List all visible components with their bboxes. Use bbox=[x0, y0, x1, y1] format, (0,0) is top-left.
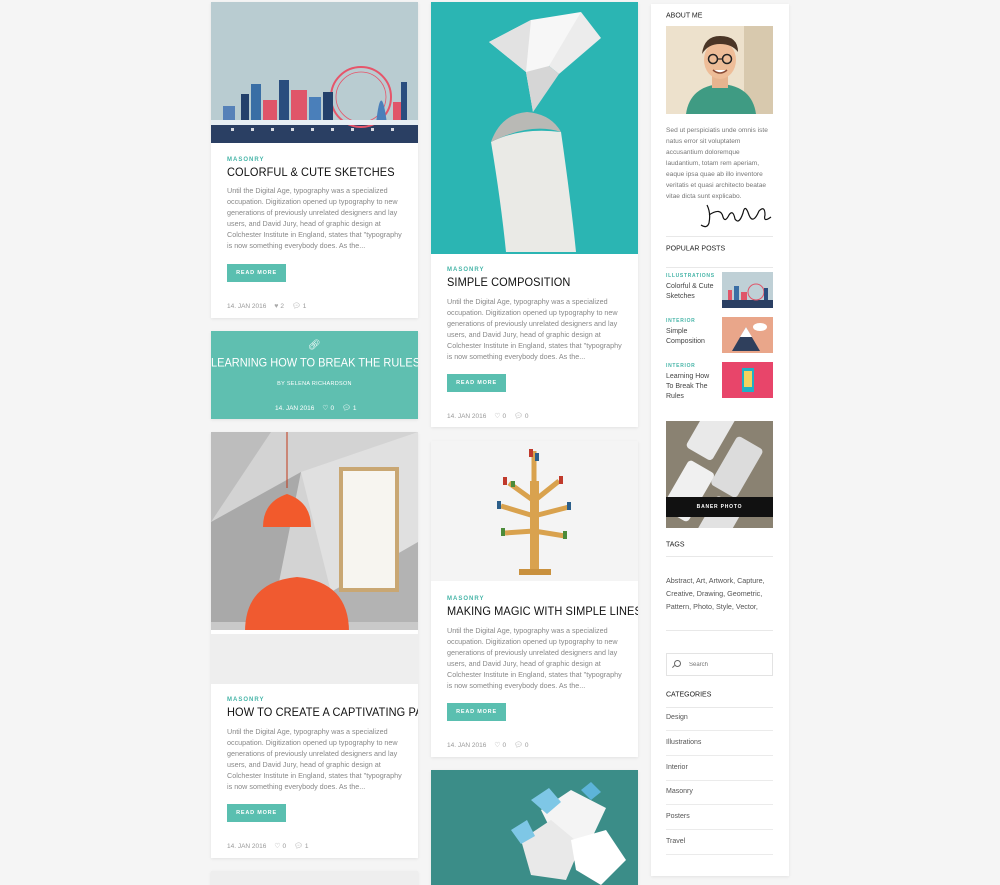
comment-count: 0 bbox=[524, 413, 529, 420]
post-meta: 14. JAN 2016 ♡ 0 💬︎ 0 bbox=[447, 412, 528, 420]
read-more-button[interactable]: READ MORE bbox=[227, 264, 286, 282]
popular-post-title[interactable]: Colorful & Cute Sketches bbox=[666, 282, 718, 302]
popular-post-item[interactable]: INTERIOR Learning How To Break The Rules bbox=[666, 362, 773, 400]
post-date: 14. JAN 2016 bbox=[275, 405, 315, 412]
heart-icon[interactable]: ♡ bbox=[274, 842, 280, 850]
like-count: 0 bbox=[282, 843, 287, 850]
divider bbox=[666, 236, 773, 237]
post-title[interactable]: MAKING MAGIC WITH SIMPLE LINES bbox=[447, 605, 638, 618]
post-card-partial bbox=[431, 770, 638, 885]
post-title[interactable]: SIMPLE COMPOSITION bbox=[447, 276, 570, 289]
post-card: MASONRY HOW TO CREATE A CAPTIVATING PACK… bbox=[211, 432, 418, 858]
post-date: 14. JAN 2016 bbox=[447, 413, 487, 420]
category-item-travel[interactable]: Travel bbox=[666, 831, 773, 855]
post-card-partial bbox=[211, 871, 418, 885]
heart-icon[interactable]: ♡ bbox=[494, 741, 500, 749]
category-item-masonry[interactable]: Masonry bbox=[666, 781, 773, 805]
category-item-illustrations[interactable]: Illustrations bbox=[666, 732, 773, 756]
post-category[interactable]: MASONRY bbox=[447, 267, 484, 273]
popular-post-thumbnail[interactable] bbox=[722, 317, 773, 353]
post-title[interactable]: COLORFUL & CUTE SKETCHES bbox=[227, 166, 395, 179]
post-date: 14. JAN 2016 bbox=[227, 303, 267, 310]
post-category[interactable]: MASONRY bbox=[447, 596, 484, 602]
popular-post-item[interactable]: INTERIOR Simple Composition bbox=[666, 317, 773, 353]
post-image-paper-leaves[interactable] bbox=[431, 770, 638, 885]
comment-count: 1 bbox=[304, 843, 309, 850]
avatar bbox=[666, 26, 773, 114]
post-meta: 14. JAN 2016 ♡ 0 💬︎ 1 bbox=[227, 842, 308, 850]
read-more-button[interactable]: READ MORE bbox=[227, 804, 286, 822]
post-image-lamp-chair[interactable] bbox=[211, 432, 418, 684]
comment-count: 1 bbox=[302, 303, 307, 310]
tags-heading: TAGS bbox=[666, 541, 685, 549]
post-category[interactable]: MASONRY bbox=[227, 697, 264, 703]
divider bbox=[666, 267, 773, 268]
banner-label: BANER PHOTO bbox=[696, 504, 743, 510]
categories-heading: CATEGORIES bbox=[666, 691, 712, 699]
popular-post-thumbnail[interactable] bbox=[722, 362, 773, 398]
comment-icon[interactable]: 💬︎ bbox=[514, 741, 523, 749]
comment-count: 0 bbox=[524, 742, 529, 749]
post-title[interactable]: LEARNING HOW TO BREAK THE RULES bbox=[211, 356, 418, 369]
heart-icon[interactable]: ♡ bbox=[494, 412, 500, 420]
post-date: 14. JAN 2016 bbox=[447, 742, 487, 749]
heart-icon[interactable]: ♥ bbox=[274, 303, 278, 310]
tag-cloud[interactable]: Abstract, Art, Artwork, Capture, Creativ… bbox=[666, 574, 776, 613]
post-image-city-illustration[interactable] bbox=[211, 2, 418, 143]
heart-icon[interactable]: ♡ bbox=[322, 404, 328, 412]
signature-icon bbox=[700, 204, 772, 228]
popular-post-title[interactable]: Learning How To Break The Rules bbox=[666, 372, 718, 402]
post-card: MASONRY MAKING MAGIC WITH SIMPLE LINES U… bbox=[431, 441, 638, 757]
category-item-posters[interactable]: Posters bbox=[666, 806, 773, 830]
comment-count: 1 bbox=[352, 405, 357, 412]
comment-icon[interactable]: 💬︎ bbox=[514, 412, 523, 420]
search-icon[interactable] bbox=[674, 660, 681, 667]
popular-post-category[interactable]: INTERIOR bbox=[666, 318, 696, 324]
comment-icon[interactable]: 💬︎ bbox=[342, 404, 351, 412]
post-meta: 14. JAN 2016 ♡ 0 💬︎ 1 bbox=[275, 404, 356, 412]
banner-photo[interactable]: BANER PHOTO bbox=[666, 421, 773, 528]
post-card-link: 🔗︎ LEARNING HOW TO BREAK THE RULES BY SE… bbox=[211, 331, 418, 419]
popular-post-category[interactable]: INTERIOR bbox=[666, 363, 696, 369]
read-more-button[interactable]: READ MORE bbox=[447, 703, 506, 721]
popular-post-title[interactable]: Simple Composition bbox=[666, 327, 718, 347]
like-count: 0 bbox=[502, 413, 507, 420]
post-date: 14. JAN 2016 bbox=[227, 843, 267, 850]
post-excerpt: Until the Digital Age, typography was a … bbox=[227, 727, 402, 791]
divider bbox=[666, 630, 773, 631]
about-heading: ABOUT ME bbox=[666, 12, 703, 20]
category-item-design[interactable]: Design bbox=[666, 707, 773, 731]
search-box[interactable] bbox=[666, 653, 773, 676]
like-count: 0 bbox=[330, 405, 335, 412]
category-item-interior[interactable]: Interior bbox=[666, 757, 773, 781]
post-category[interactable]: MASONRY bbox=[227, 157, 264, 163]
post-card: MASONRY COLORFUL & CUTE SKETCHES Until t… bbox=[211, 2, 418, 318]
popular-post-thumbnail[interactable] bbox=[722, 272, 773, 308]
like-count: 2 bbox=[280, 303, 284, 310]
about-text: Sed ut perspiciatis unde omnis iste natu… bbox=[666, 127, 768, 200]
post-excerpt: Until the Digital Age, typography was a … bbox=[447, 297, 622, 361]
popular-post-category[interactable]: ILLUSTRATIONS bbox=[666, 273, 715, 279]
post-card: MASONRY SIMPLE COMPOSITION Until the Dig… bbox=[431, 2, 638, 427]
post-excerpt: Until the Digital Age, typography was a … bbox=[447, 626, 622, 690]
post-author: BY SELENA RICHARDSON bbox=[277, 381, 352, 387]
link-icon: 🔗︎ bbox=[308, 340, 321, 351]
comment-icon[interactable]: 💬︎ bbox=[294, 842, 303, 850]
post-image-origami-bird[interactable] bbox=[431, 2, 638, 254]
search-input[interactable] bbox=[689, 659, 769, 671]
sidebar: ABOUT ME Sed ut perspiciatis unde omnis … bbox=[651, 4, 789, 876]
post-image-book-tree[interactable] bbox=[431, 441, 638, 581]
comment-icon[interactable]: 💬︎ bbox=[292, 302, 301, 310]
post-meta: 14. JAN 2016 ♡ 0 💬︎ 0 bbox=[447, 741, 528, 749]
like-count: 0 bbox=[502, 742, 507, 749]
read-more-button[interactable]: READ MORE bbox=[447, 374, 506, 392]
popular-posts-heading: POPULAR POSTS bbox=[666, 245, 726, 253]
post-title[interactable]: HOW TO CREATE A CAPTIVATING PACKAGE bbox=[227, 706, 418, 719]
post-excerpt: Until the Digital Age, typography was a … bbox=[227, 186, 402, 250]
popular-post-item[interactable]: ILLUSTRATIONS Colorful & Cute Sketches bbox=[666, 272, 773, 308]
divider bbox=[666, 556, 773, 557]
post-meta: 14. JAN 2016 ♥ 2 💬︎ 1 bbox=[227, 302, 306, 310]
